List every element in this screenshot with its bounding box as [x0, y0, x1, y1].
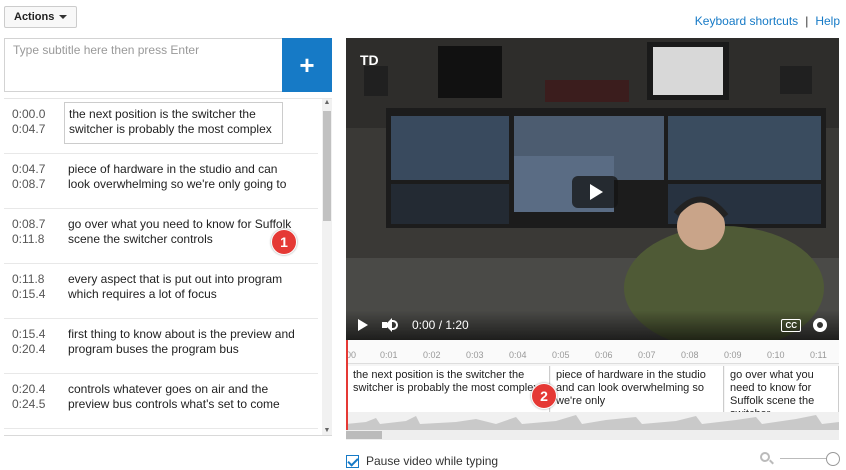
- tick-label: 0:04: [509, 350, 527, 360]
- timeline-ruler: 00 0:01 0:02 0:03 0:04 0:05 0:06 0:07 0:…: [346, 340, 839, 364]
- caption-start[interactable]: 0:15.4: [12, 327, 45, 342]
- caption-list: 0:00.0 0:04.7 the next position is the s…: [4, 98, 332, 436]
- top-links: Keyboard shortcuts | Help: [695, 14, 840, 28]
- audio-waveform: [346, 412, 839, 430]
- timeline-segment[interactable]: go over what you need to know for Suffol…: [725, 366, 839, 412]
- step-badge-1: 1: [271, 229, 297, 255]
- caption-text[interactable]: controls whatever goes on air and the pr…: [68, 382, 300, 412]
- caption-end[interactable]: 0:11.8: [12, 232, 45, 247]
- caption-text-editor[interactable]: the next position is the switcher the sw…: [64, 102, 283, 144]
- help-link[interactable]: Help: [815, 14, 840, 28]
- step-badge-2: 2: [531, 383, 557, 409]
- subtitle-input[interactable]: Type subtitle here then press Enter: [4, 38, 282, 92]
- timeline-segment[interactable]: piece of hardware in the studio and can …: [551, 366, 724, 412]
- play-icon: [590, 184, 603, 200]
- scroll-thumb[interactable]: [323, 111, 331, 221]
- caret-down-icon: [59, 15, 68, 19]
- pause-video-checkbox[interactable]: [346, 454, 359, 468]
- zoom-knob[interactable]: [826, 452, 840, 466]
- timeline[interactable]: 00 0:01 0:02 0:03 0:04 0:05 0:06 0:07 0:…: [346, 340, 839, 440]
- video-controls-right: CC: [781, 318, 827, 332]
- caption-times: 0:04.7 0:08.7: [12, 162, 45, 192]
- caption-start[interactable]: 0:11.8: [12, 272, 45, 287]
- tick-label: 0:08: [681, 350, 699, 360]
- scroll-down-icon[interactable]: ▼: [323, 427, 331, 435]
- caption-row[interactable]: 0:15.4 0:20.4 first thing to know about …: [4, 319, 318, 374]
- pause-video-label: Pause video while typing: [366, 454, 499, 468]
- scroll-up-icon[interactable]: ▲: [323, 99, 331, 109]
- caption-start[interactable]: 0:08.7: [12, 217, 45, 232]
- pause-video-option[interactable]: Pause video while typing: [346, 454, 498, 468]
- caption-start[interactable]: 0:00.0: [12, 107, 45, 122]
- zoom-track[interactable]: [780, 458, 832, 459]
- volume-icon[interactable]: [382, 318, 398, 332]
- video-title: TD: [360, 52, 379, 68]
- gear-icon[interactable]: [813, 318, 827, 332]
- caption-row[interactable]: 0:04.7 0:08.7 piece of hardware in the s…: [4, 154, 318, 209]
- tick-label: 0:06: [595, 350, 613, 360]
- keyboard-shortcuts-link[interactable]: Keyboard shortcuts: [695, 14, 798, 28]
- caption-end[interactable]: 0:08.7: [12, 177, 45, 192]
- caption-row[interactable]: 0:11.8 0:15.4 every aspect that is put o…: [4, 264, 318, 319]
- caption-times: 0:08.7 0:11.8: [12, 217, 45, 247]
- tick-label: 0:09: [724, 350, 742, 360]
- video-time: 0:00 / 1:20: [412, 318, 469, 332]
- caption-text[interactable]: first thing to know about is the preview…: [68, 327, 300, 357]
- link-separator: |: [805, 14, 809, 28]
- actions-label: Actions: [14, 11, 55, 23]
- caption-text[interactable]: piece of hardware in the studio and can …: [68, 162, 300, 192]
- tick-label: 0:10: [767, 350, 785, 360]
- speaker-cone: [385, 318, 392, 332]
- tick-label: 0:03: [466, 350, 484, 360]
- caption-start[interactable]: 0:04.7: [12, 162, 45, 177]
- caption-end[interactable]: 0:04.7: [12, 122, 45, 137]
- caption-times: 0:15.4 0:20.4: [12, 327, 45, 357]
- playhead[interactable]: [346, 340, 348, 432]
- actions-button[interactable]: Actions: [4, 6, 78, 28]
- sound-wave: [392, 320, 398, 330]
- caption-text[interactable]: go over what you need to know for Suffol…: [68, 217, 300, 247]
- video-controls: 0:00 / 1:20 CC: [346, 310, 839, 340]
- tick-label: 0:05: [552, 350, 570, 360]
- tick-label: 0:02: [423, 350, 441, 360]
- caption-row[interactable]: 0:00.0 0:04.7 the next position is the s…: [4, 99, 318, 154]
- caption-end[interactable]: 0:20.4: [12, 342, 45, 357]
- timeline-segment[interactable]: the next position is the switcher the sw…: [348, 366, 550, 412]
- add-subtitle-button[interactable]: +: [282, 38, 332, 92]
- caption-times: 0:11.8 0:15.4: [12, 272, 45, 302]
- caption-row[interactable]: 0:20.4 0:24.5 controls whatever goes on …: [4, 374, 318, 429]
- tick-label: 0:11: [810, 350, 827, 360]
- captions-icon[interactable]: CC: [781, 318, 801, 332]
- caption-list-scrollbar[interactable]: ▲ ▼: [322, 99, 332, 435]
- tick-label: 0:07: [638, 350, 656, 360]
- caption-start[interactable]: 0:20.4: [12, 382, 45, 397]
- zoom-slider[interactable]: [760, 450, 842, 468]
- caption-end[interactable]: 0:24.5: [12, 397, 45, 412]
- play-overlay-button[interactable]: [572, 176, 618, 208]
- caption-times: 0:20.4 0:24.5: [12, 382, 45, 412]
- caption-text[interactable]: every aspect that is put out into progra…: [68, 272, 300, 302]
- timeline-scrollbar[interactable]: [346, 430, 839, 440]
- play-icon[interactable]: [358, 319, 368, 331]
- zoom-search-icon: [760, 452, 770, 462]
- caption-times: 0:00.0 0:04.7: [12, 107, 45, 137]
- timeline-scroll-thumb[interactable]: [346, 431, 382, 439]
- video-player[interactable]: TD 0:00 / 1:20 CC: [346, 38, 839, 340]
- tick-label: 0:01: [380, 350, 398, 360]
- caption-end[interactable]: 0:15.4: [12, 287, 45, 302]
